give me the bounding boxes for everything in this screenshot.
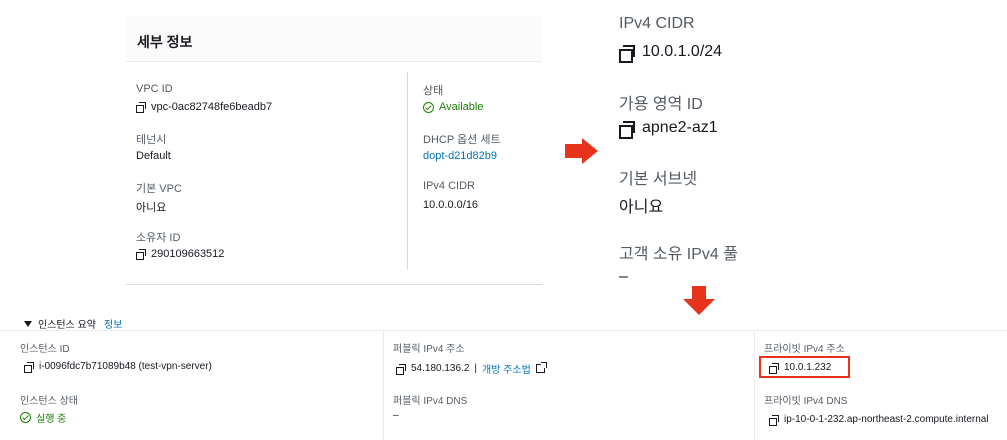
owner-id-text: 290109663512 <box>151 248 225 260</box>
instance-id-text: i-0096fdc7b71089b48 (test-vpn-server) <box>39 361 212 372</box>
tenancy-label: 테넌시 <box>136 134 167 146</box>
column-divider <box>754 331 755 440</box>
public-ip-label: 퍼블릭 IPv4 주소 <box>393 344 465 355</box>
state-value: Available <box>423 101 483 113</box>
owner-id-value: 290109663512 <box>136 248 224 260</box>
state-label: 상태 <box>423 85 444 97</box>
default-subnet-label: 기본 서브넷 <box>619 171 698 188</box>
open-address-link[interactable]: 개방 주소법 <box>482 361 531 376</box>
dhcp-link[interactable]: dopt-d21d82b9 <box>423 150 497 162</box>
column-divider <box>407 72 408 270</box>
arrow-right-icon <box>565 138 599 164</box>
summary-divider <box>0 330 1007 331</box>
customer-pool-label: 고객 소유 IPv4 풀 <box>619 246 738 263</box>
private-dns-text: ip-10-0-1-232.ap-northeast-2.compute.int… <box>784 414 989 425</box>
subnet-cidr-text: 10.0.1.0/24 <box>642 43 723 60</box>
copy-icon[interactable] <box>619 120 635 139</box>
subnet-cidr-value: 10.0.1.0/24 <box>619 43 723 63</box>
copy-icon[interactable] <box>136 102 146 113</box>
copy-icon[interactable] <box>396 363 406 375</box>
summary-title: 인스턴스 요약 <box>38 320 96 331</box>
instance-state-label: 인스턴스 상태 <box>20 396 78 407</box>
default-vpc-value: 아니요 <box>136 202 167 214</box>
tenancy-value: Default <box>136 150 171 162</box>
default-subnet-value: 아니요 <box>619 199 664 216</box>
arrow-down-icon <box>683 286 715 316</box>
copy-icon[interactable] <box>769 414 779 426</box>
public-dns-label: 퍼블릭 IPv4 DNS <box>393 396 468 407</box>
info-link[interactable]: 정보 <box>104 316 122 331</box>
column-divider <box>383 331 384 440</box>
check-circle-icon <box>423 101 434 113</box>
separator: | <box>474 363 477 374</box>
public-ip-value: 54.180.136.2 | 개방 주소법 <box>396 361 547 376</box>
caret-down-icon[interactable] <box>24 320 32 327</box>
external-link-icon[interactable] <box>535 362 547 373</box>
instance-id-value: i-0096fdc7b71089b48 (test-vpn-server) <box>24 361 212 373</box>
vpc-id-value: vpc-0ac82748fe6beadb7 <box>136 101 272 113</box>
owner-id-label: 소유자 ID <box>136 232 181 244</box>
az-id-text: apne2-az1 <box>642 119 718 136</box>
vpc-id-label: VPC ID <box>136 83 173 95</box>
panel-bottom-border <box>126 284 542 285</box>
vpc-details-panel: 세부 정보 VPC ID vpc-0ac82748fe6beadb7 테넌시 D… <box>126 16 542 286</box>
default-vpc-label: 기본 VPC <box>136 183 182 195</box>
ipv4-cidr-label: IPv4 CIDR <box>423 180 475 192</box>
panel-title: 세부 정보 <box>137 34 193 50</box>
az-id-label: 가용 영역 ID <box>619 96 703 113</box>
private-dns-label: 프라이빗 IPv4 DNS <box>764 396 848 407</box>
instance-id-label: 인스턴스 ID <box>20 344 70 355</box>
public-dns-value: – <box>393 410 399 421</box>
vpc-id-text: vpc-0ac82748fe6beadb7 <box>151 101 273 113</box>
subnet-cidr-label: IPv4 CIDR <box>619 15 695 32</box>
copy-icon[interactable] <box>24 361 34 373</box>
az-id-value: apne2-az1 <box>619 119 718 139</box>
ipv4-cidr-value: 10.0.0.0/16 <box>423 199 479 211</box>
state-text: Available <box>439 101 484 113</box>
highlight-box <box>759 356 850 378</box>
instance-summary-header[interactable]: 인스턴스 요약 정보 <box>24 316 122 331</box>
instance-state-value: 실행 중 <box>20 410 66 425</box>
panel-header: 세부 정보 <box>126 16 542 62</box>
private-ip-label: 프라이빗 IPv4 주소 <box>764 344 845 355</box>
check-circle-icon <box>20 412 31 423</box>
copy-icon[interactable] <box>619 44 635 63</box>
instance-state-text: 실행 중 <box>36 414 67 425</box>
dhcp-label: DHCP 옵션 세트 <box>423 134 501 146</box>
public-ip-text: 54.180.136.2 <box>411 363 470 374</box>
private-dns-value: ip-10-0-1-232.ap-northeast-2.compute.int… <box>769 414 989 426</box>
copy-icon[interactable] <box>136 249 146 260</box>
customer-pool-value: – <box>619 268 628 285</box>
